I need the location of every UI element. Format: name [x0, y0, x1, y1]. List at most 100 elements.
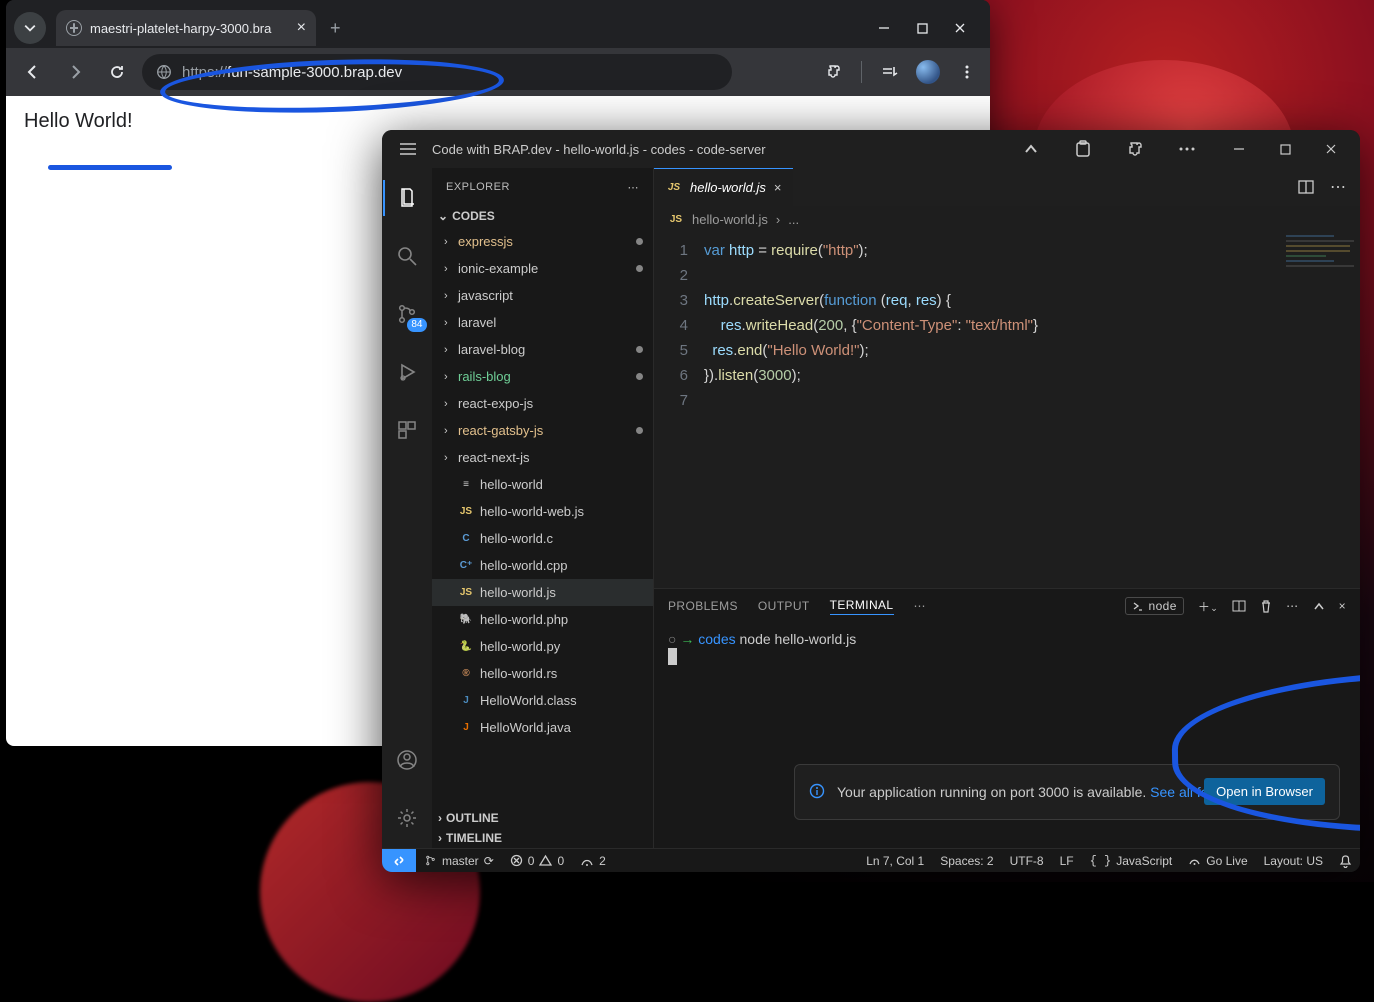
chevron-right-icon: ›	[444, 290, 448, 302]
close-panel-icon[interactable]: ×	[1339, 599, 1346, 613]
media-control-icon[interactable]	[876, 59, 902, 85]
forward-button[interactable]	[58, 55, 92, 89]
file-item[interactable]: 🐘hello-world.php	[432, 606, 653, 633]
split-terminal-icon[interactable]	[1232, 600, 1246, 612]
hamburger-menu-button[interactable]	[388, 143, 428, 155]
folder-item[interactable]: ›react-expo-js	[432, 390, 653, 417]
vscode-minimize-button[interactable]	[1216, 130, 1262, 168]
folder-item[interactable]: ›javascript	[432, 282, 653, 309]
go-live-status[interactable]: Go Live	[1180, 854, 1255, 868]
tab-close-button[interactable]: ×	[297, 20, 306, 36]
tree-item-label: react-next-js	[458, 450, 530, 465]
reload-button[interactable]	[100, 55, 134, 89]
terminal-tab[interactable]: TERMINAL	[830, 598, 894, 615]
indentation-status[interactable]: Spaces: 2	[932, 854, 1001, 868]
folder-item[interactable]: ›laravel-blog	[432, 336, 653, 363]
breadcrumbs[interactable]: JS hello-world.js › ...	[654, 206, 1360, 232]
minimap[interactable]	[1280, 232, 1360, 588]
vscode-close-button[interactable]	[1308, 130, 1354, 168]
folder-item[interactable]: › react-next-js	[432, 444, 653, 471]
encoding-status[interactable]: UTF-8	[1002, 854, 1052, 868]
tree-item-label: react-expo-js	[458, 396, 533, 411]
panel-more-icon[interactable]: ⋯	[914, 599, 926, 613]
kill-terminal-icon[interactable]	[1260, 599, 1272, 613]
code-editor[interactable]: 1234567 var http = require("http"); http…	[654, 232, 1360, 588]
file-item[interactable]: ®hello-world.rs	[432, 660, 653, 687]
file-item[interactable]: C⁺hello-world.cpp	[432, 552, 653, 579]
chevron-right-icon: ›	[444, 317, 448, 329]
language-status[interactable]: { } JavaScript	[1082, 854, 1181, 868]
eol-status[interactable]: LF	[1052, 854, 1082, 868]
run-debug-activity[interactable]	[383, 350, 431, 394]
editor-tab-label: hello-world.js	[690, 180, 766, 195]
close-button[interactable]	[952, 20, 968, 36]
file-item[interactable]: JShello-world.js	[432, 579, 653, 606]
file-item[interactable]: ≡hello-world	[432, 471, 653, 498]
folder-item[interactable]: ›react-gatsby-js	[432, 417, 653, 444]
folder-item[interactable]: ›ionic-example	[432, 255, 653, 282]
chevron-up-icon[interactable]	[1016, 134, 1046, 164]
outline-section[interactable]: ›OUTLINE	[432, 808, 653, 828]
workspace-root[interactable]: ⌄ CODES	[432, 206, 653, 226]
remote-indicator[interactable]	[382, 849, 416, 872]
profile-avatar[interactable]	[916, 60, 940, 84]
settings-activity[interactable]	[383, 796, 431, 840]
chevron-right-icon: ›	[444, 452, 448, 464]
new-terminal-button[interactable]: ＋⌄	[1198, 598, 1218, 615]
clipboard-icon[interactable]	[1068, 134, 1098, 164]
chevron-right-icon: ›	[444, 371, 448, 383]
minimize-button[interactable]	[876, 20, 892, 36]
problems-status[interactable]: 0 0	[502, 854, 572, 868]
accounts-activity[interactable]	[383, 738, 431, 782]
browser-tab[interactable]: maestri-platelet-harpy-3000.bra ×	[56, 10, 316, 46]
back-button[interactable]	[16, 55, 50, 89]
extensions-activity[interactable]	[383, 408, 431, 452]
git-branch-status[interactable]: master ⟳	[416, 854, 502, 868]
file-item[interactable]: Chello-world.c	[432, 525, 653, 552]
vscode-titlebar[interactable]: Code with BRAP.dev - hello-world.js - co…	[382, 130, 1360, 168]
tree-item-label: hello-world.rs	[480, 666, 557, 681]
search-activity[interactable]	[383, 234, 431, 278]
source-control-activity[interactable]: 84	[383, 292, 431, 336]
address-bar[interactable]: https://fun-sample-3000.brap.dev	[142, 54, 732, 90]
vscode-maximize-button[interactable]	[1262, 130, 1308, 168]
file-item[interactable]: JShello-world-web.js	[432, 498, 653, 525]
folder-item[interactable]: ›rails-blog	[432, 363, 653, 390]
explorer-activity[interactable]	[383, 176, 431, 220]
maximize-panel-icon[interactable]	[1313, 600, 1325, 612]
file-item[interactable]: JHelloWorld.class	[432, 687, 653, 714]
modified-dot-icon	[636, 427, 643, 434]
editor-more-icon[interactable]: ⋯	[1330, 177, 1346, 197]
browser-menu-button[interactable]	[954, 59, 980, 85]
ports-status[interactable]: 2	[572, 854, 614, 868]
file-item[interactable]: 🐍hello-world.py	[432, 633, 653, 660]
cursor-position-status[interactable]: Ln 7, Col 1	[858, 854, 932, 868]
terminal-shell-picker[interactable]: node	[1125, 597, 1184, 615]
editor-tabs: JS hello-world.js × ⋯	[654, 168, 1360, 206]
maximize-button[interactable]	[914, 20, 930, 36]
notifications-status[interactable]	[1331, 854, 1360, 868]
modified-dot-icon	[636, 265, 643, 272]
problems-tab[interactable]: PROBLEMS	[668, 599, 738, 613]
new-tab-button[interactable]: +	[316, 18, 355, 39]
editor-tab[interactable]: JS hello-world.js ×	[654, 168, 793, 206]
timeline-section[interactable]: ›TIMELINE	[432, 828, 653, 848]
panel-overflow-icon[interactable]: ⋯	[1286, 599, 1298, 613]
file-item[interactable]: JHelloWorld.java	[432, 714, 653, 741]
folder-item[interactable]: ›expressjs	[432, 228, 653, 255]
open-in-browser-button[interactable]: Open in Browser	[1204, 778, 1325, 805]
tab-search-button[interactable]	[14, 12, 46, 44]
more-icon[interactable]	[1172, 134, 1202, 164]
folder-item[interactable]: ›laravel	[432, 309, 653, 336]
site-info-icon[interactable]	[156, 64, 172, 80]
status-bar: master ⟳ 0 0 2 Ln 7, Col 1 Spaces: 2 UTF…	[382, 848, 1360, 872]
output-tab[interactable]: OUTPUT	[758, 599, 810, 613]
split-editor-icon[interactable]	[1298, 180, 1314, 194]
explorer-more-icon[interactable]: ⋯	[628, 181, 640, 194]
code-content[interactable]: var http = require("http"); http.createS…	[704, 232, 1038, 588]
puzzle-icon[interactable]	[1120, 134, 1150, 164]
editor-tab-close[interactable]: ×	[774, 180, 782, 195]
layout-status[interactable]: Layout: US	[1256, 854, 1331, 868]
extensions-button[interactable]	[821, 59, 847, 85]
js-file-icon: JS	[458, 504, 474, 520]
